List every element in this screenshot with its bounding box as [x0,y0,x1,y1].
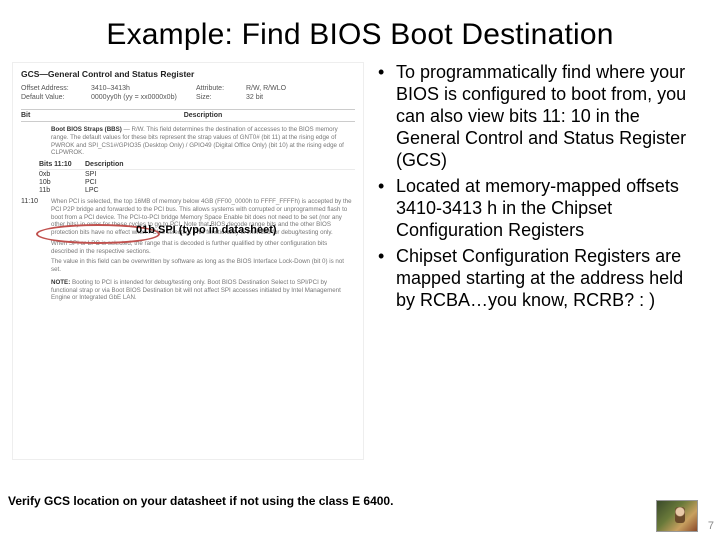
bits-11-10: 11:10 [21,198,51,302]
datasheet-excerpt: GCS—General Control and Status Register … [12,62,364,460]
bullet-3: Chipset Configuration Registers are mapp… [374,246,702,312]
bits-subtable: Bits 11:10 Description 0xb SPI 10b PCI 1… [39,161,355,194]
bbs-desc: Boot BIOS Straps (BBS) — R/W. This field… [51,126,355,157]
offset-value: 3410–3413h [91,85,196,92]
photo-thumbnail [656,500,698,532]
sub-r2b: LPC [85,187,145,194]
left-column: GCS—General Control and Status Register … [12,62,364,472]
footnote: Verify GCS location on your datasheet if… [8,494,393,508]
col-bit: Bit [21,112,51,119]
slide: Example: Find BIOS Boot Destination GCS—… [0,0,720,540]
datasheet-field-bbs: Boot BIOS Straps (BBS) — R/W. This field… [21,126,355,157]
attr-label: Attribute: [196,85,246,92]
content-area: GCS—General Control and Status Register … [0,52,720,472]
bullet-1: To programmatically find where your BIOS… [374,62,702,172]
sub-r0a: 0xb [39,171,85,178]
sub-r1a: 10b [39,179,85,186]
bullet-list: To programmatically find where your BIOS… [374,62,702,311]
default-label: Default Value: [21,94,91,101]
callout-text: 01b SPI (typo in datasheet) [136,224,277,236]
bbs-body: When PCI is selected, the top 16MB of me… [51,198,355,302]
subtable-row-0: 0xb SPI [39,170,355,178]
bullet-2: Located at memory-mapped offsets 3410-34… [374,176,702,242]
bbs-rw: — R/W. [124,126,145,133]
datasheet-row-offset: Offset Address: 3410–3413h Attribute: R/… [21,85,355,92]
datasheet-table-header: Bit Description [21,109,355,122]
slide-title: Example: Find BIOS Boot Destination [0,0,720,52]
subtable-header: Bits 11:10 Description [39,161,355,170]
note-label: NOTE: [51,279,70,286]
datasheet-row-default: Default Value: 0000yy0h (yy = xx0000x0b)… [21,94,355,101]
offset-label: Offset Address: [21,85,91,92]
bbs-text4: The value in this field can be overwritt… [51,258,355,274]
sub-h2: Description [85,161,145,168]
datasheet-heading: GCS—General Control and Status Register [21,69,355,79]
sub-h1: Bits 11:10 [39,161,85,168]
note-text: Booting to PCI is intended for debug/tes… [51,279,341,302]
bbs-text3: When SPI or LPC is selected, the range t… [51,240,355,256]
col-desc: Description [51,112,355,119]
subtable-row-1: 10b PCI [39,178,355,186]
sub-r1b: PCI [85,179,145,186]
page-number: 7 [708,520,714,532]
subtable-row-2: 11b LPC [39,186,355,194]
bbs-title: Boot BIOS Straps (BBS) [51,126,122,133]
size-label: Size: [196,94,246,101]
sub-r2a: 11b [39,187,85,194]
bits-empty [21,126,51,157]
bbs-note: NOTE: Booting to PCI is intended for deb… [51,279,355,302]
datasheet-field-11-10: 11:10 When PCI is selected, the top 16MB… [21,198,355,302]
sub-r0b: SPI [85,171,145,178]
attr-value: R/W, R/WLO [246,85,286,92]
size-value: 32 bit [246,94,263,101]
right-column: To programmatically find where your BIOS… [364,62,708,472]
default-value: 0000yy0h (yy = xx0000x0b) [91,94,196,101]
